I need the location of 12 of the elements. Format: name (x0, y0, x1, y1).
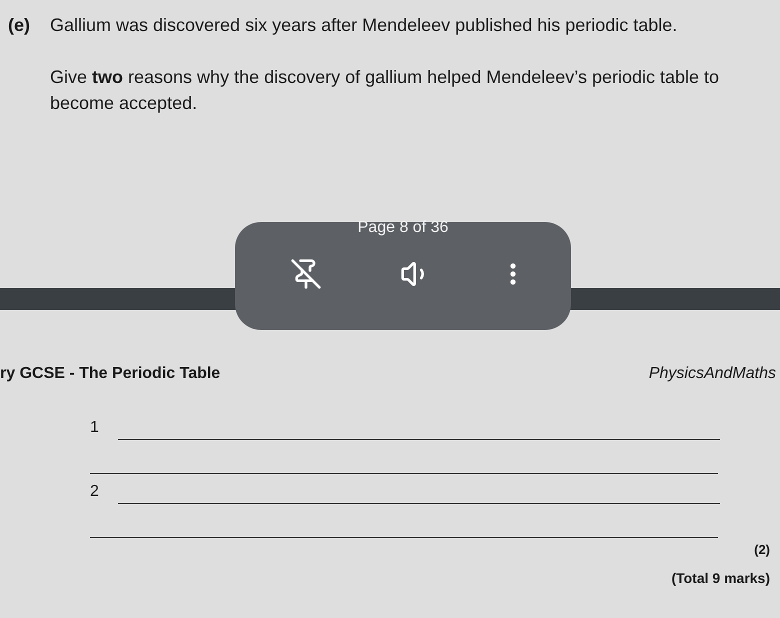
question-prompt: Give two reasons why the discovery of gallium helped Mendeleev’s periodic table to become accepted. (50, 66, 720, 115)
page-indicator: Page 8 of 36 (358, 218, 448, 238)
footer-title: ry GCSE - The Periodic Table (0, 364, 220, 384)
pin-off-icon (290, 258, 322, 290)
more-icon (510, 263, 516, 285)
marks-label: (2) (754, 541, 770, 559)
answer-number: 2 (90, 482, 100, 502)
footer-site: PhysicsAndMaths (648, 364, 776, 384)
question-text: Gallium was discovered six years after Mendeleev published his periodic table. (50, 14, 678, 37)
total-marks: (Total 9 marks) (671, 568, 770, 588)
answer-number: 1 (90, 418, 100, 438)
question-label: (e) (8, 14, 30, 37)
